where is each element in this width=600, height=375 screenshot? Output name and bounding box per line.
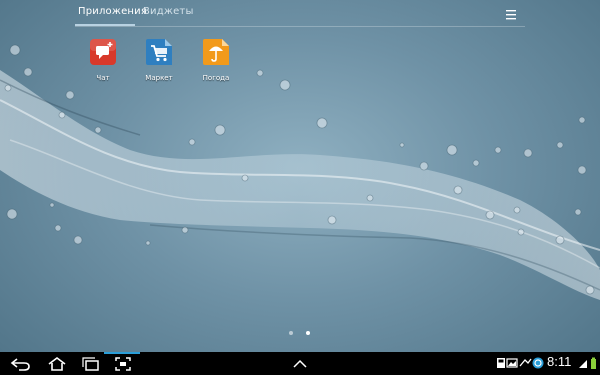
chevron-up-icon — [293, 359, 307, 368]
chat-icon — [90, 39, 116, 65]
battery-icon — [591, 357, 596, 369]
home-icon — [48, 356, 66, 371]
market-icon — [146, 39, 172, 65]
signal-icon — [579, 360, 587, 368]
usb-icon — [519, 358, 532, 367]
app-tabs: Приложения Виджеты — [0, 0, 600, 28]
back-button[interactable] — [8, 354, 34, 373]
app-label: Маркет — [145, 74, 173, 82]
tab-divider — [75, 26, 525, 27]
recent-apps-icon — [82, 356, 99, 371]
tab-apps[interactable]: Приложения — [78, 6, 147, 17]
quick-panel-button[interactable] — [288, 354, 312, 373]
page-dot-active[interactable] — [306, 331, 310, 335]
screenshot-icon — [115, 356, 131, 371]
weather-icon — [203, 39, 229, 65]
page-dot[interactable] — [289, 331, 293, 335]
app-weather[interactable]: Погода — [191, 38, 241, 82]
app-chat[interactable]: Чат — [78, 38, 128, 82]
menu-icon — [506, 10, 516, 20]
app-label: Чат — [96, 74, 110, 82]
system-bar: 8:11 — [0, 352, 600, 375]
app-label: Погода — [202, 74, 230, 82]
clock: 8:11 — [547, 354, 572, 369]
back-icon — [10, 357, 30, 371]
sync-icon — [532, 357, 544, 369]
home-button[interactable] — [44, 354, 70, 373]
sd-card-icon — [497, 358, 505, 368]
recent-apps-button[interactable] — [78, 354, 104, 373]
menu-button[interactable] — [500, 5, 522, 23]
notification-icons[interactable] — [496, 356, 546, 370]
signal-battery-icons — [579, 357, 596, 369]
page-indicator — [288, 330, 314, 336]
app-market[interactable]: Маркет — [134, 38, 184, 82]
screenshot-button[interactable] — [110, 354, 136, 373]
tab-widgets[interactable]: Виджеты — [143, 6, 194, 17]
image-icon — [506, 358, 518, 368]
